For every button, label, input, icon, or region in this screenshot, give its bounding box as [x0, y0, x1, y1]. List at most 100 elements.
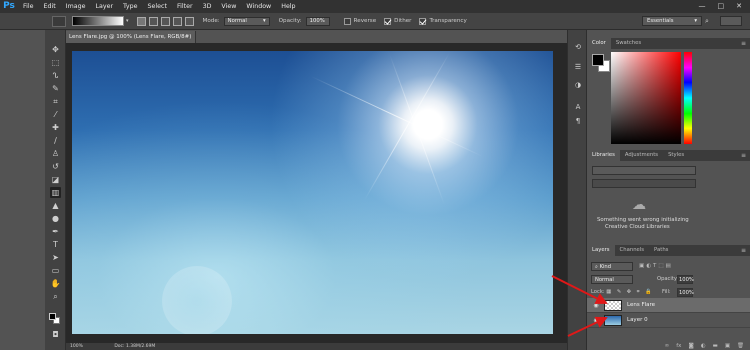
- eye-icon[interactable]: ◉: [591, 317, 601, 324]
- maximize-button[interactable]: □: [718, 0, 725, 13]
- gradient-icon[interactable]: ▥: [50, 187, 61, 198]
- menu-select[interactable]: Select: [143, 0, 172, 13]
- layer-row-layer-0[interactable]: ◉ Layer 0: [587, 313, 750, 328]
- dither-checkbox[interactable]: [384, 17, 392, 25]
- properties-panel-icon[interactable]: ☰: [573, 62, 583, 72]
- panel-menu-icon[interactable]: ≡: [741, 150, 746, 161]
- close-button[interactable]: ✕: [736, 0, 742, 13]
- layer-name[interactable]: Layer 0: [627, 317, 648, 323]
- healing-icon[interactable]: ✚: [50, 122, 61, 133]
- zoom-level[interactable]: 100%: [70, 344, 83, 349]
- menu-edit[interactable]: Edit: [39, 0, 61, 13]
- quick-mask-icon[interactable]: ◘: [50, 329, 61, 340]
- search-icon[interactable]: ⌕: [705, 16, 714, 26]
- minimize-button[interactable]: —: [699, 0, 706, 13]
- paragraph-panel-icon[interactable]: ¶: [573, 116, 583, 126]
- opacity-label: Opacity:: [278, 18, 302, 24]
- panel-menu-icon[interactable]: ≡: [741, 38, 746, 49]
- menu-view[interactable]: View: [216, 0, 241, 13]
- panel-menu-icon[interactable]: ≡: [741, 245, 746, 256]
- tab-color[interactable]: Color: [587, 38, 611, 49]
- diamond-gradient-button[interactable]: [184, 16, 194, 26]
- marquee-icon[interactable]: ⬚: [50, 57, 61, 68]
- foreground-color[interactable]: [592, 54, 604, 66]
- tab-paths[interactable]: Paths: [649, 245, 673, 256]
- tab-swatches[interactable]: Swatches: [611, 38, 646, 49]
- menu-3d[interactable]: 3D: [198, 0, 217, 13]
- trash-icon[interactable]: 🗑: [737, 342, 744, 350]
- menu-filter[interactable]: Filter: [172, 0, 198, 13]
- eraser-icon[interactable]: ◪: [50, 174, 61, 185]
- mode-value: Normal: [227, 18, 247, 24]
- radial-gradient-button[interactable]: [148, 16, 158, 26]
- lock-icons[interactable]: ▦ ✎ ✥ ⌗ 🔒: [606, 289, 654, 295]
- character-panel-icon[interactable]: A: [573, 102, 583, 112]
- menu-window[interactable]: Window: [241, 0, 276, 13]
- blur-icon[interactable]: ▲: [50, 200, 61, 211]
- blend-mode-select[interactable]: Normal: [591, 275, 633, 284]
- reflected-gradient-button[interactable]: [172, 16, 182, 26]
- quick-select-icon[interactable]: ✎: [50, 83, 61, 94]
- brush-icon[interactable]: ∕: [50, 135, 61, 146]
- layer-row-lens-flare[interactable]: ◉ Lens Flare: [587, 298, 750, 313]
- foreground-swatch[interactable]: [49, 313, 56, 320]
- move-icon[interactable]: ✥: [50, 44, 61, 55]
- mode-select[interactable]: Normal ▾: [223, 16, 270, 26]
- tab-layers[interactable]: Layers: [587, 245, 615, 256]
- zoom-icon[interactable]: ⌕: [50, 291, 61, 302]
- fx-icon[interactable]: fx: [676, 342, 681, 350]
- tab-styles[interactable]: Styles: [663, 150, 689, 161]
- add-mask-icon[interactable]: ◙: [688, 342, 693, 350]
- pen-icon[interactable]: ✒: [50, 226, 61, 237]
- new-layer-icon[interactable]: ▣: [725, 342, 730, 350]
- type-icon[interactable]: T: [50, 239, 61, 250]
- canvas-area[interactable]: [66, 43, 567, 343]
- layer-opacity-input[interactable]: 100%: [677, 275, 694, 284]
- eyedropper-icon[interactable]: ⁄: [50, 109, 61, 120]
- new-group-icon[interactable]: ▬: [713, 342, 718, 350]
- hand-icon[interactable]: ✋: [50, 278, 61, 289]
- hue-slider[interactable]: [684, 52, 692, 144]
- adjustments-panel-icon[interactable]: ◑: [573, 80, 583, 90]
- reverse-checkbox[interactable]: [343, 17, 351, 25]
- crop-icon[interactable]: ⌗: [50, 96, 61, 107]
- tab-libraries[interactable]: Libraries: [587, 150, 620, 161]
- workspace-select[interactable]: Essentials ▾: [642, 16, 702, 26]
- library-select[interactable]: [592, 166, 696, 175]
- adjustment-layer-icon[interactable]: ◐: [701, 342, 706, 350]
- layer-filter-kind[interactable]: ⌕ Kind: [591, 262, 633, 271]
- tab-adjustments[interactable]: Adjustments: [620, 150, 663, 161]
- eye-icon[interactable]: ◉: [591, 302, 601, 309]
- history-brush-icon[interactable]: ↺: [50, 161, 61, 172]
- menu-image[interactable]: Image: [61, 0, 91, 13]
- color-picker-field[interactable]: [611, 52, 681, 144]
- transparency-checkbox[interactable]: [419, 17, 427, 25]
- library-search-input[interactable]: [592, 179, 696, 188]
- link-layers-icon[interactable]: ∞: [665, 342, 670, 350]
- menu-file[interactable]: File: [18, 0, 39, 13]
- document-tab[interactable]: Lens Flare.jpg @ 100% (Lens Flare, RGB/8…: [66, 31, 196, 52]
- opacity-input[interactable]: 100%: [305, 16, 330, 26]
- rectangle-icon[interactable]: ▭: [50, 265, 61, 276]
- workspace-switcher[interactable]: [720, 16, 742, 26]
- gradient-preview[interactable]: [72, 16, 124, 26]
- fill-input[interactable]: 100%: [677, 288, 694, 297]
- linear-gradient-button[interactable]: [136, 16, 146, 26]
- menu-type[interactable]: Type: [118, 0, 142, 13]
- angle-gradient-button[interactable]: [160, 16, 170, 26]
- gradient-dropdown-icon[interactable]: ▾: [126, 18, 129, 24]
- clone-stamp-icon[interactable]: ♙: [50, 148, 61, 159]
- transparency-label: Transparency: [429, 18, 467, 24]
- tab-channels[interactable]: Channels: [615, 245, 650, 256]
- menu-layer[interactable]: Layer: [90, 0, 118, 13]
- lasso-icon[interactable]: ᔐ: [50, 70, 61, 81]
- history-panel-icon[interactable]: ⟲: [573, 42, 583, 52]
- path-select-icon[interactable]: ➤: [50, 252, 61, 263]
- lens-flare-photo[interactable]: [72, 51, 553, 334]
- tool-preset-picker[interactable]: [52, 15, 66, 27]
- panel-icon-strip: ⟲ ☰ ◑ A ¶: [567, 30, 587, 350]
- layer-name[interactable]: Lens Flare: [627, 302, 655, 308]
- layer-filter-icons[interactable]: ▣◐T⬚▤: [639, 262, 673, 271]
- menu-help[interactable]: Help: [276, 0, 300, 13]
- dodge-icon[interactable]: ●: [50, 213, 61, 224]
